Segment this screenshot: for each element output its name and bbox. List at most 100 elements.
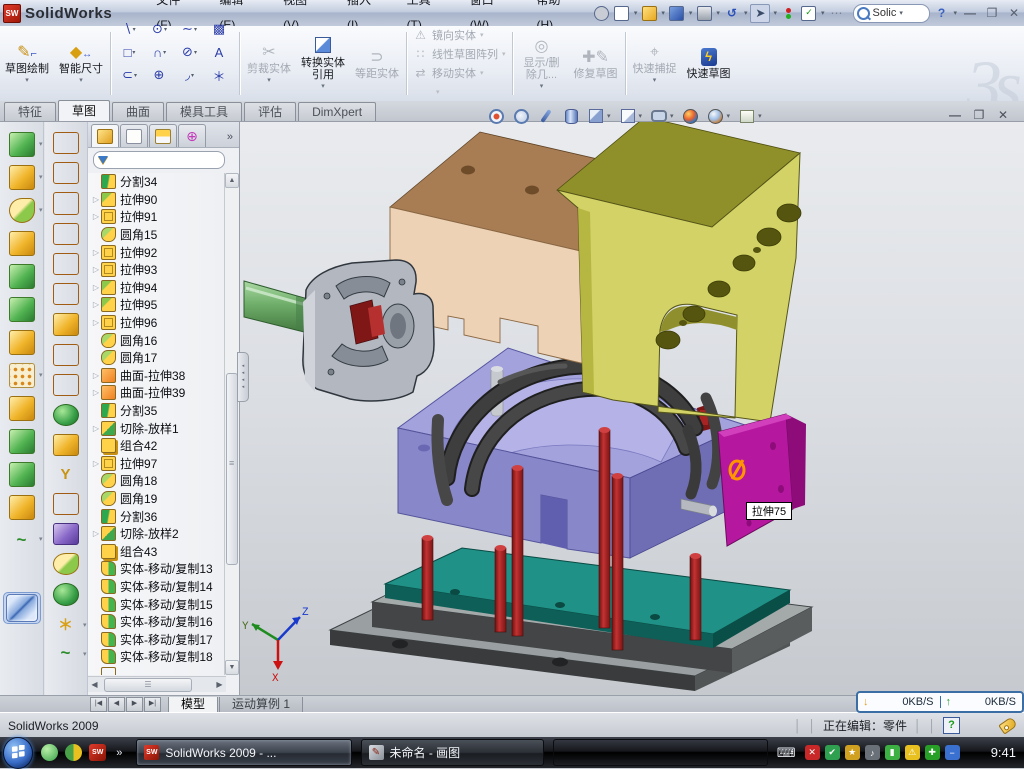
tab-dimxpert-manager[interactable]: ⊕ bbox=[178, 124, 206, 147]
expand-arrow-icon[interactable]: ▷ bbox=[91, 424, 101, 433]
sketch-entity-icon[interactable]: ∖▾ bbox=[115, 18, 145, 41]
tree-item[interactable]: ▷ 拉伸95 bbox=[88, 296, 226, 314]
sketch-entity-icon[interactable]: □▾ bbox=[115, 41, 145, 64]
tool-icon[interactable] bbox=[53, 583, 79, 605]
minimize-button[interactable]: — bbox=[960, 6, 980, 20]
tree-item[interactable]: ▷ 拉伸96 bbox=[88, 314, 226, 332]
ribbon-tab[interactable]: 曲面 bbox=[112, 102, 164, 121]
save-icon[interactable] bbox=[668, 5, 686, 22]
taskbar-task-button[interactable] bbox=[553, 739, 768, 766]
tab-first-icon[interactable]: |◀ bbox=[90, 697, 107, 712]
stack-item[interactable]: ▾ bbox=[413, 83, 506, 101]
scroll-up-icon[interactable]: ▲ bbox=[225, 173, 239, 188]
tree-item[interactable]: ▷ 拉伸92 bbox=[88, 243, 226, 261]
tab-next-icon[interactable]: ▶ bbox=[126, 697, 143, 712]
tool-icon[interactable] bbox=[9, 198, 35, 223]
sketch-button[interactable]: ✎⌐ 草图绘制▾ bbox=[0, 26, 54, 101]
options-list-icon[interactable]: ✓ bbox=[800, 5, 818, 22]
tool-icon[interactable] bbox=[53, 313, 79, 335]
tree-item[interactable]: ▷ 曲面-拉伸38 bbox=[88, 367, 226, 385]
search-box[interactable]: Solic ▾ bbox=[853, 4, 930, 23]
sketch-entity-icon[interactable]: ⊕ bbox=[145, 64, 175, 87]
tool-icon[interactable] bbox=[9, 363, 35, 388]
expand-arrow-icon[interactable]: ▷ bbox=[91, 248, 101, 257]
expand-arrow-icon[interactable]: ▷ bbox=[91, 195, 101, 204]
doc-close-button[interactable]: ✕ bbox=[996, 108, 1010, 122]
tree-item[interactable]: 分割35 bbox=[88, 402, 226, 420]
tool-icon[interactable] bbox=[9, 231, 35, 256]
tool-icon[interactable] bbox=[9, 264, 35, 289]
scroll-down-icon[interactable]: ▼ bbox=[225, 660, 239, 675]
tool-icon[interactable] bbox=[9, 495, 35, 520]
restore-button[interactable]: ❐ bbox=[982, 6, 1002, 20]
tool-icon[interactable] bbox=[53, 434, 79, 456]
tree-item[interactable]: 组合42 bbox=[88, 437, 226, 455]
select-arrow-icon[interactable]: ➤ bbox=[750, 4, 770, 23]
sketch-entity-icon[interactable]: ◞▾ bbox=[175, 64, 205, 87]
scene-icon[interactable] bbox=[708, 108, 724, 124]
tool-icon[interactable] bbox=[9, 462, 35, 487]
smart-dimension-button[interactable]: ◆↔ 智能尺寸▾ bbox=[54, 26, 108, 101]
tool-icon[interactable] bbox=[53, 374, 79, 396]
tool-icon[interactable] bbox=[53, 344, 79, 366]
close-button[interactable]: ✕ bbox=[1004, 6, 1024, 20]
solidworks-quicklaunch-icon[interactable]: SW bbox=[89, 744, 106, 761]
tool-icon[interactable]: ~ bbox=[54, 643, 78, 663]
tree-item[interactable]: 圆角19 bbox=[88, 490, 226, 508]
annotation-icon[interactable] bbox=[739, 108, 755, 124]
tool-icon[interactable] bbox=[53, 404, 79, 426]
search-input[interactable]: Solic bbox=[872, 7, 896, 19]
tree-item[interactable]: 实体-移动/复制17 bbox=[88, 630, 226, 648]
model-tab[interactable]: 运动算例 1 bbox=[219, 697, 303, 713]
open-file-icon[interactable] bbox=[640, 5, 658, 22]
tree-item[interactable]: ▷ 拉伸90 bbox=[88, 191, 226, 209]
overflow-icon[interactable]: ⋯ bbox=[827, 5, 845, 22]
stack-item[interactable]: ∷线性草图阵列▾ bbox=[413, 45, 506, 63]
expand-arrow-icon[interactable]: ▷ bbox=[91, 459, 101, 468]
doc-minimize-button[interactable]: — bbox=[948, 108, 962, 122]
sketch-entity-icon[interactable]: ∼▾ bbox=[175, 18, 205, 41]
expand-arrow-icon[interactable]: ▷ bbox=[91, 212, 101, 221]
tree-item[interactable]: 实体-移动/复制14 bbox=[88, 578, 226, 596]
help-icon[interactable]: ? bbox=[932, 5, 950, 22]
start-button[interactable] bbox=[3, 737, 33, 769]
panel-splitter-handle[interactable]: ◂◂◂◂ bbox=[237, 352, 249, 402]
slider-block-gray[interactable] bbox=[303, 260, 434, 401]
display-delete-relations-button[interactable]: ◎ 显示/删除几...▾ bbox=[515, 26, 569, 101]
tool-icon[interactable]: ＊ bbox=[54, 614, 78, 635]
tree-item[interactable]: ▷ 切除-放样2 bbox=[88, 525, 226, 543]
expand-arrow-icon[interactable]: ▷ bbox=[91, 529, 101, 538]
view-orientation-icon[interactable] bbox=[620, 108, 636, 124]
tool-icon[interactable] bbox=[53, 223, 79, 245]
tree-item[interactable]: ▷ 拉伸94 bbox=[88, 279, 226, 297]
appearance-icon[interactable] bbox=[683, 108, 699, 124]
sketch-entity-icon[interactable]: ⊂▾ bbox=[115, 64, 145, 87]
taskbar-task-button[interactable]: SW SolidWorks 2009 - ... bbox=[136, 739, 351, 766]
tree-horizontal-scrollbar[interactable]: ◀ ☰ ▶ bbox=[88, 676, 226, 692]
hscrollbar-thumb[interactable]: ☰ bbox=[104, 678, 192, 692]
tool-icon[interactable] bbox=[9, 132, 35, 157]
magic-wand-icon[interactable] bbox=[538, 108, 554, 124]
tool-icon[interactable]: ~ bbox=[10, 528, 34, 551]
messenger-quicklaunch-icon[interactable] bbox=[41, 744, 58, 761]
sketch-entity-icon[interactable]: ＊ bbox=[205, 64, 235, 87]
tool-icon[interactable] bbox=[53, 283, 79, 305]
sketch-entity-icon[interactable]: ⊘▾ bbox=[175, 41, 205, 64]
taskbar-task-button[interactable]: ✎ 未命名 - 画图 bbox=[361, 739, 544, 766]
tool-icon[interactable] bbox=[9, 165, 35, 190]
tree-item[interactable]: 实体-移动/复制13 bbox=[88, 560, 226, 578]
zoom-fit-icon[interactable] bbox=[488, 108, 504, 124]
quick-snaps-button[interactable]: ⌖ 快速捕捉▾ bbox=[628, 26, 682, 101]
panel-overflow-chevron[interactable]: » bbox=[227, 131, 237, 147]
trim-entities-button[interactable]: ✂ 剪裁实体▾ bbox=[242, 26, 296, 101]
tree-item[interactable]: 实体-移动/复制18 bbox=[88, 648, 226, 666]
tree-item[interactable]: 组合43 bbox=[88, 542, 226, 560]
tree-item[interactable]: ▷ 切除-放样1 bbox=[88, 419, 226, 437]
rapid-sketch-button[interactable]: ϟ 快速草图 bbox=[682, 26, 736, 101]
sketch-entity-icon[interactable]: ⊙▾ bbox=[145, 18, 175, 41]
ribbon-tab[interactable]: 模具工具 bbox=[166, 102, 242, 121]
expand-arrow-icon[interactable]: ▷ bbox=[91, 300, 101, 309]
doc-restore-button[interactable]: ❐ bbox=[972, 108, 986, 122]
tree-item[interactable]: ▷ 拉伸93 bbox=[88, 261, 226, 279]
tree-item[interactable]: ▷ 拉伸91 bbox=[88, 208, 226, 226]
